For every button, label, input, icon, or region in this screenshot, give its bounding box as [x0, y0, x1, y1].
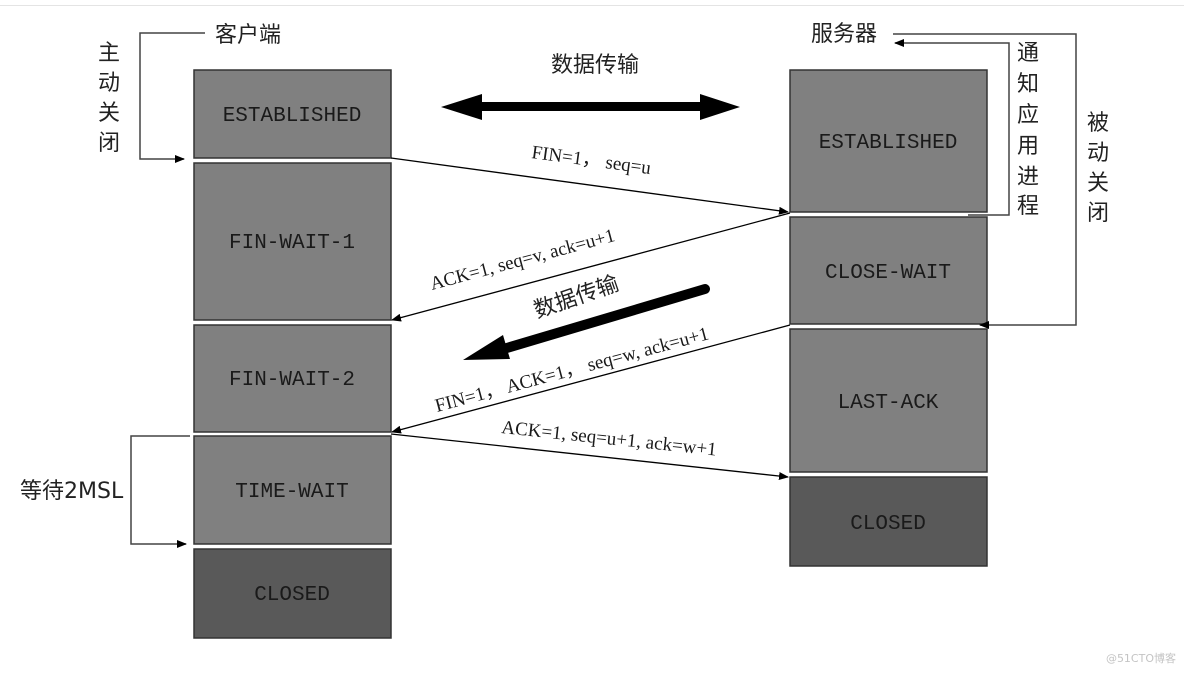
- msg-fin-label: FIN=1， seq=u: [530, 142, 652, 179]
- notify-char-5: 进: [1017, 165, 1039, 190]
- notify-char-4: 用: [1017, 134, 1039, 159]
- passive-close-char-3: 关: [1087, 171, 1109, 196]
- notify-char-6: 程: [1017, 194, 1039, 219]
- client-state-closed: CLOSED: [254, 584, 330, 607]
- client-states: ESTABLISHED FIN-WAIT-1 FIN-WAIT-2 TIME-W…: [193, 69, 392, 639]
- msg-fin-ack-arrow: [391, 324, 791, 434]
- passive-close-char-1: 被: [1087, 111, 1109, 136]
- client-label: 客户端: [215, 23, 281, 48]
- passive-close-char-4: 闭: [1087, 201, 1109, 226]
- server-states: ESTABLISHED CLOSE-WAIT LAST-ACK CLOSED: [789, 69, 988, 567]
- passive-close-note: 被 动 关 闭: [1087, 111, 1109, 226]
- client-state-fin-wait-1: FIN-WAIT-1: [229, 232, 355, 255]
- wait-2msl-bracket: [130, 435, 190, 548]
- watermark: @51CTO博客: [1105, 652, 1176, 665]
- msg-fin-ack-label: FIN=1， ACK=1， seq=w, ack=u+1: [433, 323, 711, 416]
- server-state-close-wait: CLOSE-WAIT: [825, 262, 951, 285]
- data-transfer-top-label: 数据传输: [551, 53, 639, 78]
- server-state-closed: CLOSED: [850, 513, 926, 536]
- active-close-char-1: 主: [98, 41, 120, 66]
- server-label: 服务器: [811, 22, 877, 47]
- tcp-close-diagram: ESTABLISHED FIN-WAIT-1 FIN-WAIT-2 TIME-W…: [20, 22, 1109, 639]
- client-state-fin-wait-2: FIN-WAIT-2: [229, 369, 355, 392]
- active-close-char-4: 闭: [98, 131, 120, 156]
- server-state-last-ack: LAST-ACK: [838, 392, 939, 415]
- client-state-time-wait: TIME-WAIT: [235, 481, 348, 504]
- notify-char-2: 知: [1017, 72, 1039, 97]
- data-transfer-bidirectional-arrow: [441, 94, 740, 120]
- msg-final-ack-label: ACK=1, seq=u+1, ack=w+1: [500, 417, 717, 460]
- notify-app-note: 通 知 应 用 进 程: [1017, 41, 1039, 219]
- server-state-established: ESTABLISHED: [819, 132, 958, 155]
- client-state-established: ESTABLISHED: [223, 105, 362, 128]
- active-close-char-2: 动: [98, 71, 120, 96]
- wait-2msl-note: 等待2MSL: [20, 479, 124, 504]
- notify-char-1: 通: [1017, 41, 1039, 66]
- active-close-note: 主 动 关 闭: [98, 41, 120, 156]
- notify-char-3: 应: [1017, 103, 1039, 128]
- passive-close-char-2: 动: [1087, 141, 1109, 166]
- active-close-char-3: 关: [98, 101, 120, 126]
